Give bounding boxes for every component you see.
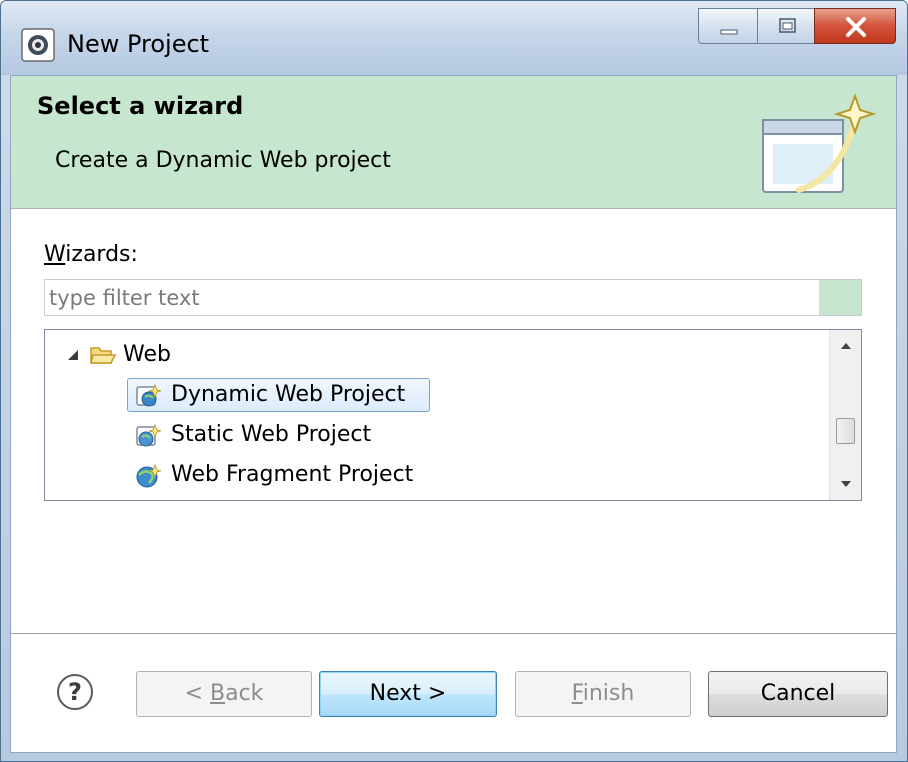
maximize-button[interactable] bbox=[757, 8, 815, 44]
expanded-triangle-icon[interactable] bbox=[67, 349, 79, 361]
eclipse-icon bbox=[21, 28, 55, 62]
wizard-banner-icon bbox=[762, 93, 877, 193]
tree-item-web-fragment-project[interactable]: Web Fragment Project bbox=[127, 456, 457, 494]
dialog-content: Select a wizard Create a Dynamic Web pro… bbox=[10, 75, 897, 753]
window-title: New Project bbox=[67, 30, 210, 58]
static-web-project-icon bbox=[136, 423, 161, 447]
back-button[interactable]: < Back bbox=[136, 671, 312, 717]
tree-category-label: Web bbox=[123, 342, 171, 367]
scroll-down-button[interactable] bbox=[830, 470, 861, 500]
close-button[interactable] bbox=[814, 8, 896, 44]
scroll-up-button[interactable] bbox=[830, 330, 861, 360]
web-fragment-project-icon bbox=[136, 463, 161, 488]
next-button[interactable]: Next > bbox=[319, 671, 497, 717]
cancel-button[interactable]: Cancel bbox=[708, 671, 888, 717]
help-icon[interactable]: ? bbox=[56, 673, 94, 711]
back-button-label: ack bbox=[225, 681, 264, 706]
minimize-icon bbox=[720, 29, 738, 35]
filter-input[interactable] bbox=[45, 280, 843, 315]
svg-text:?: ? bbox=[68, 678, 82, 706]
dynamic-web-project-icon bbox=[136, 383, 161, 407]
banner-title: Select a wizard bbox=[37, 92, 244, 120]
tree-item-label: Static Web Project bbox=[171, 422, 372, 447]
close-icon bbox=[846, 17, 866, 37]
new-project-window: New Project Select a wizard Create a Dyn… bbox=[0, 0, 908, 762]
minimize-button[interactable] bbox=[698, 8, 758, 44]
tree-item-dynamic-web-project[interactable]: Dynamic Web Project bbox=[127, 376, 432, 414]
wizard-tree: Web Dynamic Web Project Static Web Proje… bbox=[44, 329, 862, 501]
title-bar[interactable]: New Project bbox=[1, 1, 907, 75]
scroll-up-arrow-icon bbox=[841, 343, 851, 349]
scrollbar-thumb[interactable] bbox=[836, 418, 855, 444]
wizards-label-mnemonic: W bbox=[44, 242, 66, 267]
wizard-banner: Select a wizard Create a Dynamic Web pro… bbox=[11, 76, 896, 209]
button-bar-separator bbox=[11, 633, 896, 635]
banner-description: Create a Dynamic Web project bbox=[55, 148, 391, 173]
finish-button[interactable]: Finish bbox=[515, 671, 691, 717]
wizards-label-text: izards: bbox=[65, 242, 138, 267]
tree-item-static-web-project[interactable]: Static Web Project bbox=[127, 416, 432, 454]
filter-field bbox=[44, 279, 862, 316]
back-button-prefix: < bbox=[184, 681, 210, 706]
filter-clear-button[interactable] bbox=[819, 280, 861, 315]
tree-item-label: Dynamic Web Project bbox=[171, 382, 406, 407]
tree-category-web[interactable]: Web bbox=[55, 336, 815, 374]
back-button-mnemonic: B bbox=[210, 681, 226, 706]
finish-button-label: inish bbox=[582, 681, 635, 706]
scroll-down-arrow-icon bbox=[841, 481, 851, 487]
tree-vertical-scrollbar[interactable] bbox=[829, 330, 861, 500]
tree-item-label: Web Fragment Project bbox=[171, 462, 414, 487]
open-folder-icon bbox=[90, 347, 117, 364]
maximize-icon bbox=[779, 18, 796, 33]
wizards-label: Wizards: bbox=[44, 242, 138, 267]
finish-button-mnemonic: F bbox=[571, 681, 583, 706]
